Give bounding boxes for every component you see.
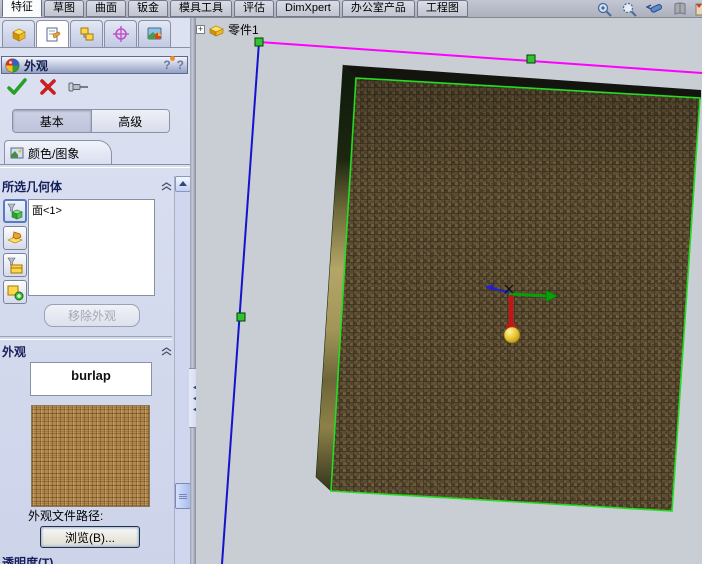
add-selection-button[interactable] <box>3 280 27 304</box>
dimxpert-manager-tab[interactable] <box>104 20 137 47</box>
tab-dimxpert[interactable]: DimXpert <box>276 0 340 17</box>
panel-actions <box>4 77 184 99</box>
texture-file-icon <box>695 1 702 17</box>
scrollbar-up-button[interactable] <box>175 176 190 192</box>
filter-solid-button[interactable] <box>3 199 27 223</box>
sketch-vertex-handle[interactable] <box>254 37 264 47</box>
image-icon <box>10 147 24 159</box>
section-divider <box>0 336 172 340</box>
advanced-mode-button[interactable]: 高级 <box>91 110 169 132</box>
filter-solid-icon <box>7 203 23 220</box>
color-image-subtab[interactable]: 颜色/图象 <box>4 140 112 165</box>
subtab-underline <box>0 164 190 168</box>
browse-button[interactable]: 浏览(B)... <box>40 526 140 548</box>
tree-expand-icon[interactable]: + <box>196 24 205 34</box>
display-manager-icon <box>147 27 161 40</box>
property-manager-panel: 外观 ? ? 基本 高级 颜色/图象 所选几何体 面<1> 移除外观 外观 bu… <box>0 18 190 564</box>
select-face-icon <box>7 231 23 244</box>
triad-y-axis <box>508 292 549 298</box>
appearance-ball-icon <box>5 58 20 72</box>
tab-sheet-metal[interactable]: 钣金 <box>128 0 168 17</box>
tab-evaluate[interactable]: 评估 <box>234 0 274 17</box>
panel-scrollbar[interactable] <box>174 176 190 564</box>
appearance-section-header[interactable]: 外观 <box>2 342 172 360</box>
select-face-button[interactable] <box>3 226 27 250</box>
dimxpert-manager-icon <box>112 26 129 42</box>
appearance-book-icon <box>672 1 688 17</box>
ok-check-icon[interactable] <box>6 77 28 97</box>
collapse-chevron-icon[interactable] <box>161 346 172 356</box>
burlap-texture-swatch[interactable] <box>31 405 150 507</box>
tree-node-label[interactable]: 零件1 <box>228 21 259 38</box>
help-icon[interactable]: ? <box>177 58 184 72</box>
tab-mold-tools[interactable]: 模具工具 <box>170 0 232 17</box>
sketch-midpoint-handle[interactable] <box>236 312 246 322</box>
tab-office-products[interactable]: 办公室产品 <box>341 0 415 17</box>
cancel-x-icon[interactable] <box>38 77 58 97</box>
mode-toggle: 基本 高级 <box>12 109 170 133</box>
file-path-label: 外观文件路径: <box>28 509 104 523</box>
panel-title-bar: 外观 ? ? <box>1 56 188 74</box>
filter-body-icon <box>7 257 23 274</box>
texture-name-box: burlap <box>30 362 152 396</box>
panel-title: 外观 <box>24 58 49 73</box>
zoom-to-area-icon[interactable] <box>621 1 639 17</box>
feature-manager-icon <box>11 28 26 42</box>
tab-surfaces[interactable]: 曲面 <box>86 0 126 17</box>
configuration-manager-tab[interactable] <box>70 20 103 47</box>
display-manager-tab[interactable] <box>138 20 171 47</box>
scrollbar-thumb[interactable] <box>175 483 190 509</box>
flyout-help-icon[interactable]: ? <box>163 56 175 72</box>
up-arrow-icon <box>179 181 187 186</box>
fly-through-icon[interactable] <box>646 1 665 17</box>
selected-geometry-list[interactable]: 面<1> <box>28 199 155 296</box>
pushpin-icon[interactable] <box>66 77 92 97</box>
add-selection-icon <box>7 285 24 301</box>
zoom-in-icon[interactable] <box>596 1 614 17</box>
sketch-midpoint-handle[interactable] <box>526 54 536 64</box>
view-toolbar <box>596 1 702 17</box>
configuration-manager-icon <box>80 27 93 41</box>
tab-sketch[interactable]: 草图 <box>44 0 84 17</box>
collapse-chevron-icon[interactable] <box>161 181 172 191</box>
origin-ball <box>503 326 521 344</box>
feature-manager-tab[interactable] <box>2 20 35 47</box>
feature-tree-node[interactable]: + 零件1 <box>196 20 259 38</box>
tab-drawing[interactable]: 工程图 <box>416 0 468 17</box>
part-icon <box>209 25 224 37</box>
remove-appearance-button[interactable]: 移除外观 <box>44 304 140 327</box>
transparency-label: 透明度(T) <box>2 556 54 564</box>
basic-mode-button[interactable]: 基本 <box>13 110 92 132</box>
property-manager-icon <box>46 27 60 42</box>
selected-geometry-header[interactable]: 所选几何体 <box>2 177 172 195</box>
selection-filter-column <box>3 199 27 307</box>
property-manager-tab[interactable] <box>36 20 69 47</box>
tab-features[interactable]: 特征 <box>2 0 42 17</box>
manager-tab-strip <box>0 18 190 48</box>
graphics-viewport[interactable] <box>196 18 702 564</box>
solidworks-window: 特征 草图 曲面 钣金 模具工具 评估 DimXpert 办公室产品 工程图 外… <box>0 0 702 564</box>
filter-body-button[interactable] <box>3 253 27 277</box>
list-item[interactable]: 面<1> <box>32 202 151 218</box>
